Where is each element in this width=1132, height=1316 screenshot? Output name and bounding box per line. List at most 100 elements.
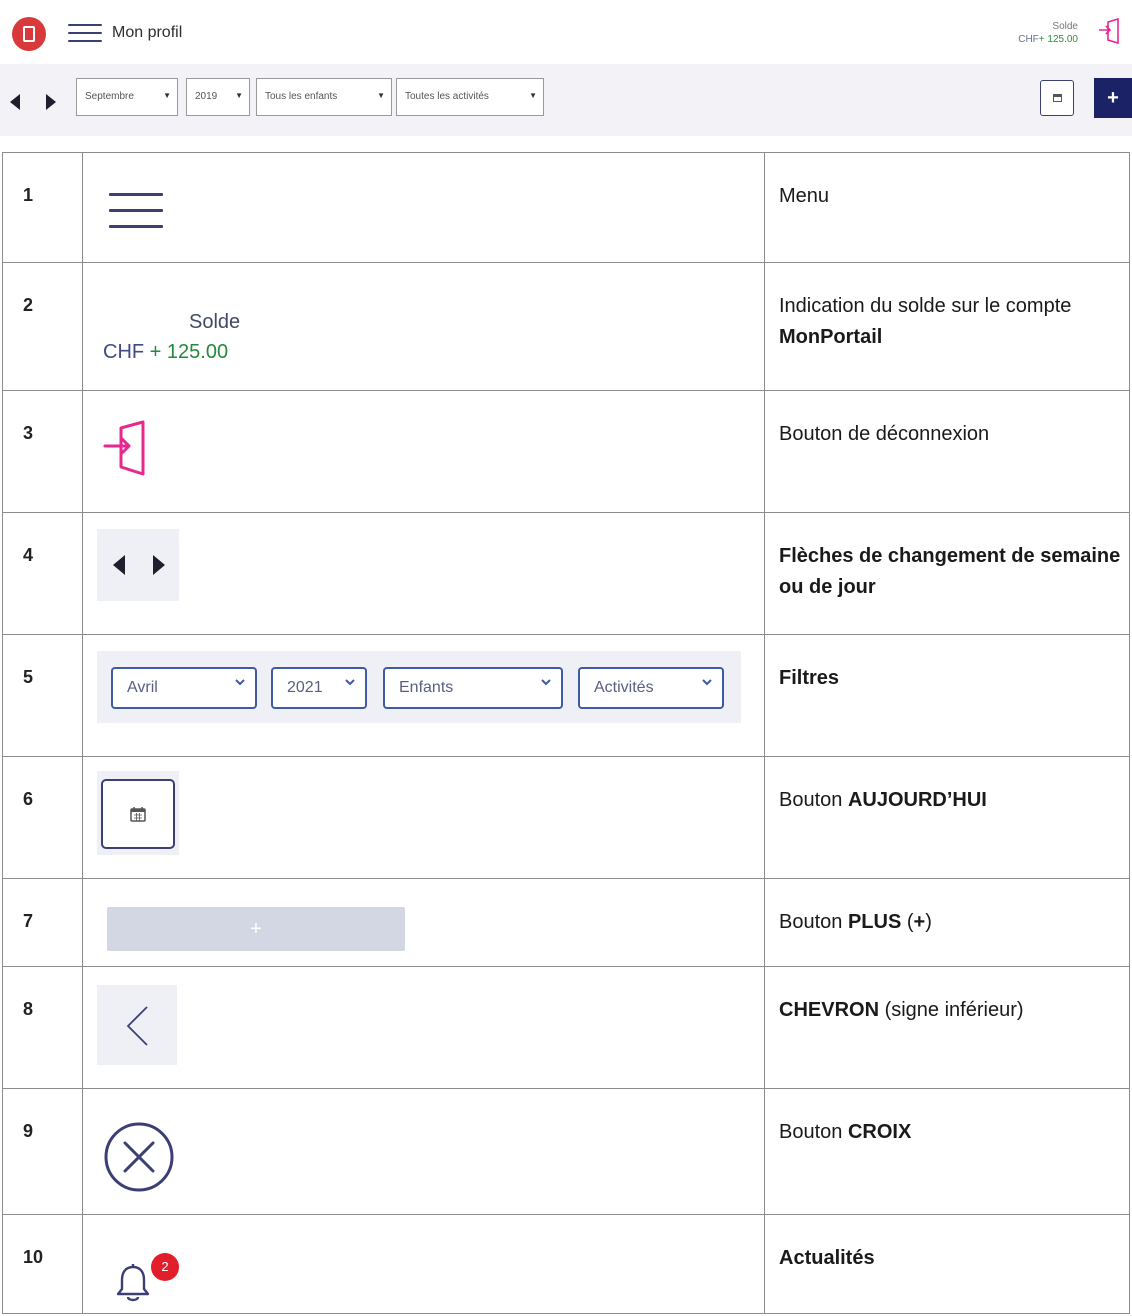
row-number: 1 (2, 152, 83, 263)
balance-label: Solde (1052, 21, 1078, 32)
desc-text: Bouton (779, 1121, 848, 1143)
row-description: Actualités (764, 1214, 1130, 1314)
menu-icon[interactable] (68, 24, 102, 44)
balance-currency: CHF (1018, 34, 1039, 45)
desc-bold-text: AUJOURD’HUI (847, 789, 987, 811)
chevron-preview (97, 985, 177, 1065)
legend-row: 10 2 Actualités (2, 1214, 1130, 1314)
previous-arrow-icon (113, 555, 125, 575)
plus-button[interactable]: + (1094, 78, 1132, 118)
month-select-value: Avril (127, 679, 158, 696)
month-select[interactable]: Septembre ▼ (76, 78, 178, 116)
legend-row: 7 + Bouton PLUS (+) (2, 878, 1130, 967)
balance-amount: + 125.00 (1038, 34, 1078, 45)
chevron-down-icon (235, 679, 245, 686)
menu-icon (109, 193, 163, 241)
desc-text: ( (901, 911, 914, 933)
close-circle-icon (104, 1122, 174, 1192)
row-description: CHEVRON (signe inférieur) (764, 966, 1130, 1089)
today-preview (97, 771, 179, 855)
activities-select[interactable]: Toutes les activités ▼ (396, 78, 544, 116)
desc-text: (signe inférieur) (879, 999, 1024, 1021)
filters-preview: Avril 2021 Enfants Activités (97, 651, 741, 723)
legend-row: 4 Flèches de changement de semaine ou de… (2, 512, 1130, 635)
children-select: Enfants (383, 667, 563, 709)
chevron-down-icon (345, 679, 355, 686)
row-number: 5 (2, 634, 83, 757)
desc-bold-text: MonPortail (779, 326, 883, 348)
row-description: Indication du solde sur le compte MonPor… (764, 262, 1130, 391)
year-select-value: 2019 (195, 91, 218, 102)
app-header: Mon profil Solde CHF+ 125.00 (0, 0, 1132, 65)
page-title: Mon profil (112, 24, 183, 41)
children-select-value: Tous les enfants (265, 91, 338, 102)
plus-button: + (107, 907, 405, 951)
legend-row: 2 Solde CHF + 125.00 Indication du solde… (2, 262, 1130, 391)
desc-text: ) (925, 911, 932, 933)
month-select: Avril (111, 667, 257, 709)
desc-text: Menu (779, 185, 830, 207)
balance-display: Solde CHF + 125.00 (103, 307, 240, 367)
year-select: 2021 (271, 667, 367, 709)
desc-text: Indication du solde sur le compte (779, 295, 1072, 317)
row-description: Filtres (764, 634, 1130, 757)
desc-bold-text: + (913, 911, 926, 933)
desc-text: Bouton de déconnexion (779, 423, 990, 445)
today-button (101, 779, 175, 849)
row-number: 9 (2, 1088, 83, 1215)
balance-amount: + 125.00 (149, 341, 229, 363)
legend-row: 3 Bouton de déconnexion (2, 390, 1130, 513)
children-select-value: Enfants (399, 679, 454, 696)
today-button[interactable] (1040, 80, 1074, 116)
row-number: 6 (2, 756, 83, 879)
desc-bold-text: CROIX (847, 1121, 912, 1143)
balance-display: Solde CHF+ 125.00 (1018, 20, 1078, 46)
calendar-icon (130, 807, 146, 822)
desc-bold-text: Filtres (779, 667, 840, 689)
notifications-preview: 2 (103, 1233, 193, 1313)
activities-select-value: Activités (594, 679, 654, 696)
legend-row: 5 Avril 2021 Enfants Activités Filtres (2, 634, 1130, 757)
year-select-value: 2021 (287, 679, 323, 696)
row-number: 7 (2, 878, 83, 967)
bell-icon (116, 1264, 150, 1302)
row-number: 4 (2, 512, 83, 635)
row-description: Bouton de déconnexion (764, 390, 1130, 513)
desc-text: Bouton (779, 789, 848, 811)
row-number: 8 (2, 966, 83, 1089)
legend-row: 8 CHEVRON (signe inférieur) (2, 966, 1130, 1089)
desc-bold-text: CHEVRON (779, 999, 880, 1021)
activities-select: Activités (578, 667, 724, 709)
previous-arrow-icon[interactable] (10, 94, 20, 110)
balance-label: Solde (189, 311, 241, 333)
next-arrow-icon (153, 555, 165, 575)
arrows-preview (97, 529, 179, 601)
children-select[interactable]: Tous les enfants ▼ (256, 78, 392, 116)
next-arrow-icon[interactable] (46, 94, 56, 110)
row-description: Bouton AUJOURD’HUI (764, 756, 1130, 879)
desc-bold-text: Flèches de changement de semaine ou de j… (779, 545, 1121, 598)
legend-table: 1 Menu 2 Solde CHF + 125.00 Indication d… (2, 152, 1130, 1314)
row-description: Bouton CROIX (764, 1088, 1130, 1215)
row-number: 10 (2, 1214, 83, 1314)
app-logo-icon[interactable] (12, 17, 46, 51)
activities-select-value: Toutes les activités (405, 91, 489, 102)
notification-badge: 2 (151, 1253, 179, 1281)
row-number: 3 (2, 390, 83, 513)
row-description: Bouton PLUS (+) (764, 878, 1130, 967)
chevron-left-icon (126, 1006, 148, 1046)
desc-text: Bouton (779, 911, 848, 933)
year-select[interactable]: 2019 ▼ (186, 78, 250, 116)
desc-bold-text: PLUS (847, 911, 902, 933)
logout-icon[interactable] (1098, 18, 1122, 46)
row-description: Menu (764, 152, 1130, 263)
row-number: 2 (2, 262, 83, 391)
balance-currency: CHF (103, 341, 145, 363)
legend-row: 9 Bouton CROIX (2, 1088, 1130, 1215)
row-description: Flèches de changement de semaine ou de j… (764, 512, 1130, 635)
logout-icon (103, 420, 145, 476)
chevron-down-icon (541, 679, 551, 686)
desc-bold-text: Actualités (779, 1247, 875, 1269)
legend-row: 6 Bouton AUJOURD’HUI (2, 756, 1130, 879)
chevron-down-icon (702, 679, 712, 686)
